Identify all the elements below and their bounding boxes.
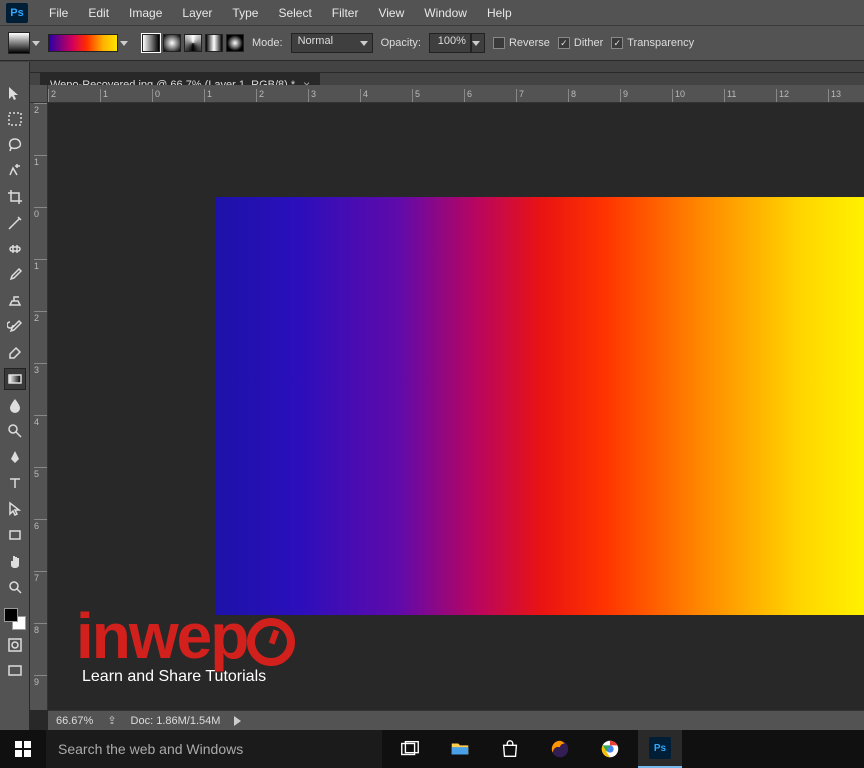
opacity-field[interactable]: 100% xyxy=(429,33,471,53)
menu-view[interactable]: View xyxy=(369,3,413,23)
eraser-tool[interactable] xyxy=(4,342,26,364)
ruler-horizontal[interactable]: 21012345678910111213 xyxy=(48,85,864,103)
menu-file[interactable]: File xyxy=(40,3,77,23)
chrome-button[interactable] xyxy=(588,730,632,768)
menu-help[interactable]: Help xyxy=(478,3,521,23)
store-button[interactable] xyxy=(488,730,532,768)
share-icon[interactable]: ⇪ xyxy=(107,714,116,727)
watermark: inwep Learn and Share Tutorials xyxy=(76,608,295,686)
doc-info[interactable]: Doc: 1.86M/1.54M xyxy=(131,715,221,727)
color-swatch[interactable] xyxy=(4,608,26,630)
play-icon[interactable] xyxy=(234,716,241,726)
transparency-checkbox[interactable]: ✓ Transparency xyxy=(611,37,694,49)
zoom-tool[interactable] xyxy=(4,576,26,598)
photoshop-button[interactable]: Ps xyxy=(638,730,682,768)
start-button[interactable] xyxy=(0,730,46,768)
menu-layer[interactable]: Layer xyxy=(173,3,221,23)
menu-edit[interactable]: Edit xyxy=(79,3,118,23)
search-placeholder: Search the web and Windows xyxy=(58,741,243,757)
options-bar: Mode: Normal Opacity: 100% Reverse ✓ Dit… xyxy=(0,25,864,61)
menu-filter[interactable]: Filter xyxy=(323,3,368,23)
reverse-checkbox[interactable]: Reverse xyxy=(493,37,550,49)
foreground-color[interactable] xyxy=(4,608,18,622)
chevron-down-icon[interactable] xyxy=(120,41,128,46)
work-area: 21012345678910111213 210123456789 inwep … xyxy=(30,85,864,730)
crop-tool[interactable] xyxy=(4,186,26,208)
brush-tool[interactable] xyxy=(4,264,26,286)
canvas-viewport[interactable]: inwep Learn and Share Tutorials xyxy=(48,103,864,710)
marquee-tool[interactable] xyxy=(4,108,26,130)
tool-preset-icon[interactable] xyxy=(8,32,30,54)
opacity-label: Opacity: xyxy=(381,37,421,49)
watermark-o-icon xyxy=(247,618,295,666)
checkbox-icon: ✓ xyxy=(558,37,570,49)
menu-window[interactable]: Window xyxy=(415,3,476,23)
firefox-button[interactable] xyxy=(538,730,582,768)
menu-type[interactable]: Type xyxy=(223,3,267,23)
type-tool[interactable] xyxy=(4,472,26,494)
transparency-label: Transparency xyxy=(627,37,694,49)
mode-dropdown[interactable]: Normal xyxy=(291,33,373,53)
tool-panel xyxy=(0,62,30,730)
clone-stamp-tool[interactable] xyxy=(4,290,26,312)
menu-image[interactable]: Image xyxy=(120,3,171,23)
windows-taskbar: Search the web and Windows Ps xyxy=(0,730,864,768)
panel-collapse-strip[interactable] xyxy=(0,61,864,73)
dither-label: Dither xyxy=(574,37,603,49)
ruler-corner[interactable] xyxy=(30,85,48,103)
taskbar-search[interactable]: Search the web and Windows xyxy=(46,730,382,768)
ruler-vertical[interactable]: 210123456789 xyxy=(30,103,48,710)
history-brush-tool[interactable] xyxy=(4,316,26,338)
quickmask-icon[interactable] xyxy=(4,634,26,656)
chevron-down-icon[interactable] xyxy=(32,41,40,46)
eyedropper-tool[interactable] xyxy=(4,212,26,234)
checkbox-icon xyxy=(493,37,505,49)
gradient-tool[interactable] xyxy=(4,368,26,390)
canvas-image[interactable] xyxy=(216,197,864,615)
spot-heal-tool[interactable] xyxy=(4,238,26,260)
path-select-tool[interactable] xyxy=(4,498,26,520)
chevron-down-icon[interactable] xyxy=(471,33,485,53)
screenmode-icon[interactable] xyxy=(4,660,26,682)
zoom-level[interactable]: 66.67% xyxy=(56,715,93,727)
rectangle-tool[interactable] xyxy=(4,524,26,546)
ps-logo-icon: Ps xyxy=(6,3,28,23)
dodge-tool[interactable] xyxy=(4,420,26,442)
lasso-tool[interactable] xyxy=(4,134,26,156)
gradient-radial-icon[interactable] xyxy=(163,34,181,52)
menu-select[interactable]: Select xyxy=(269,3,320,23)
move-tool[interactable] xyxy=(4,82,26,104)
gradient-angle-icon[interactable] xyxy=(184,34,202,52)
checkbox-icon: ✓ xyxy=(611,37,623,49)
menu-bar: Ps File Edit Image Layer Type Select Fil… xyxy=(0,0,864,25)
watermark-brand: inwep xyxy=(76,600,247,672)
blur-tool[interactable] xyxy=(4,394,26,416)
hand-tool[interactable] xyxy=(4,550,26,572)
dither-checkbox[interactable]: ✓ Dither xyxy=(558,37,603,49)
file-explorer-button[interactable] xyxy=(438,730,482,768)
gradient-reflected-icon[interactable] xyxy=(205,34,223,52)
pen-tool[interactable] xyxy=(4,446,26,468)
status-bar: 66.67% ⇪ Doc: 1.86M/1.54M xyxy=(48,710,864,730)
gradient-diamond-icon[interactable] xyxy=(226,34,244,52)
gradient-linear-icon[interactable] xyxy=(142,34,160,52)
task-view-button[interactable] xyxy=(388,730,432,768)
quick-select-tool[interactable] xyxy=(4,160,26,182)
gradient-sample[interactable] xyxy=(48,34,118,52)
reverse-label: Reverse xyxy=(509,37,550,49)
watermark-tagline: Learn and Share Tutorials xyxy=(82,668,295,686)
mode-label: Mode: xyxy=(252,37,283,49)
